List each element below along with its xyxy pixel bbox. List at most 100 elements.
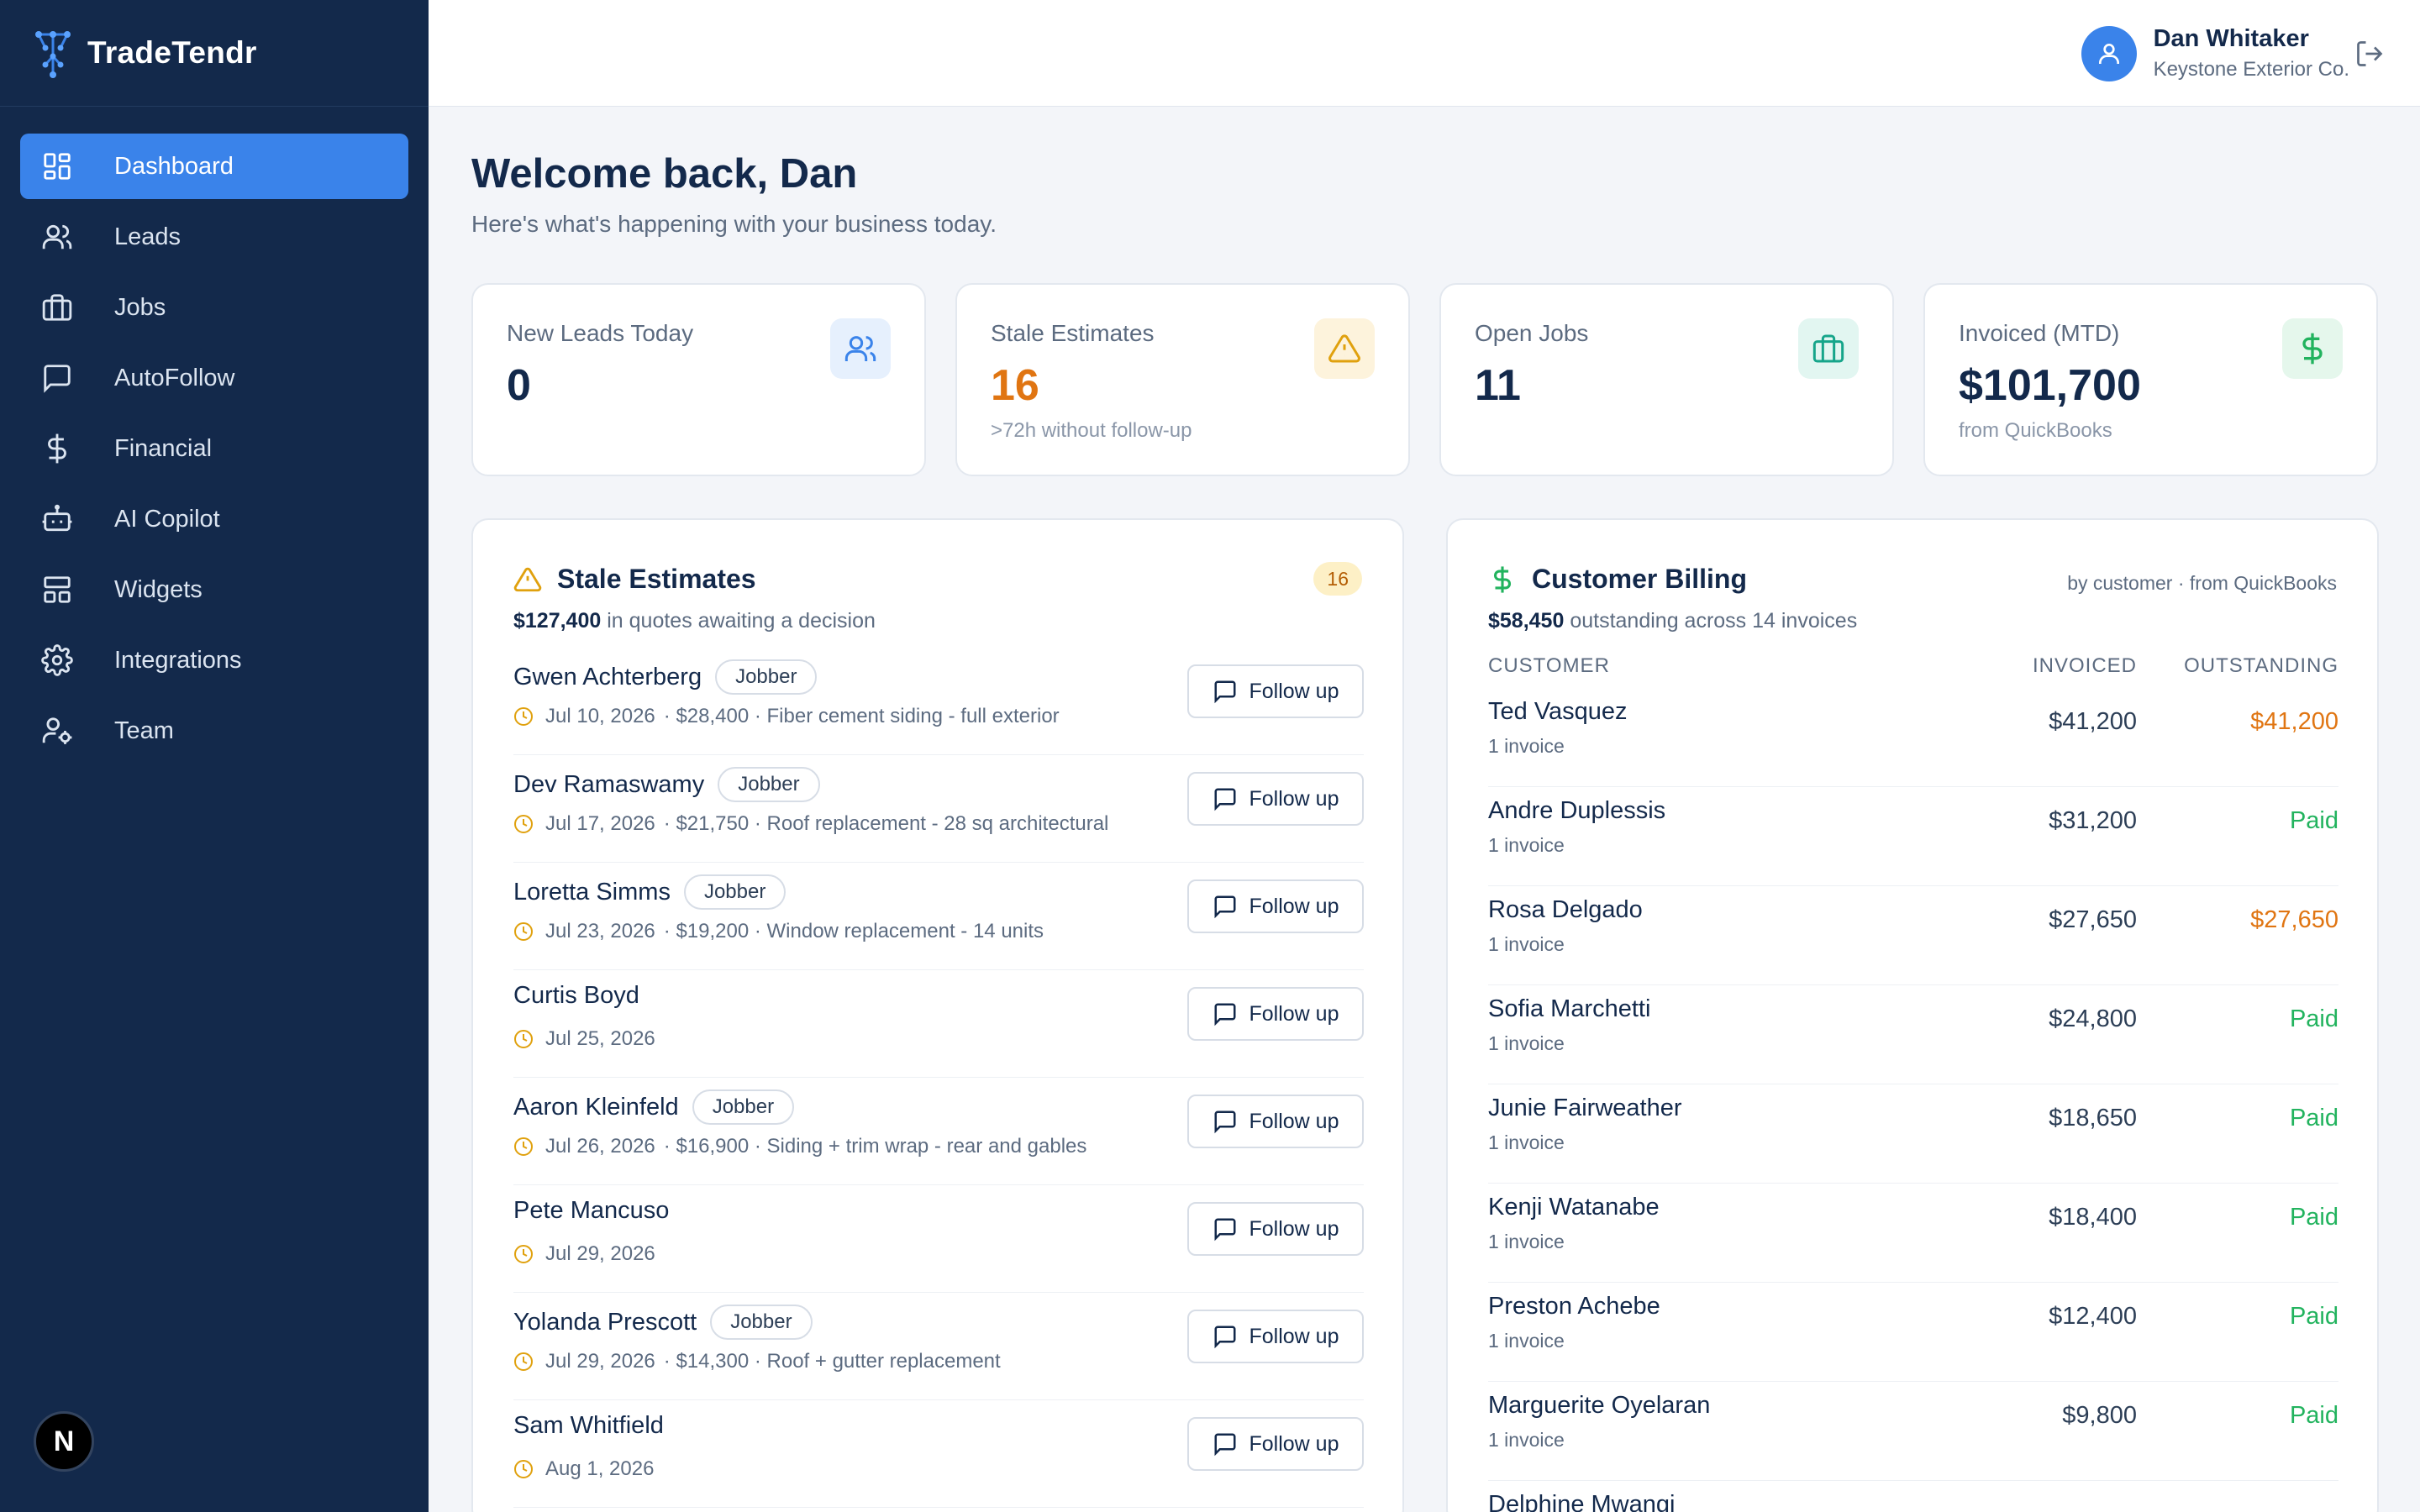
follow-up-button[interactable]: Follow up [1187, 987, 1364, 1041]
customer-name: Marguerite Oyelaran [1488, 1392, 1711, 1419]
top-bar: Dan Whitaker Keystone Exterior Co. [429, 0, 2420, 107]
estimate-row[interactable]: Dev Ramaswamy Jobber Jul 17, 2026 · $21,750… [513, 755, 1364, 863]
invoice-count: 1 invoice [1488, 1032, 1565, 1054]
follow-up-label: Follow up [1249, 786, 1339, 811]
panel-title-text: Customer Billing [1532, 564, 1748, 594]
user-cog-icon [40, 714, 74, 748]
estimate-date: Jul 25, 2026 [545, 1027, 655, 1050]
outstanding-amount: Paid [2289, 807, 2338, 834]
outstanding-amount: Paid [2289, 1204, 2338, 1231]
briefcase-icon [1798, 318, 1859, 379]
message-icon [1213, 894, 1249, 919]
estimate-row[interactable]: Yolanda Prescott Jobber Jul 29, 2026 · $14,… [513, 1293, 1364, 1400]
user-menu[interactable]: Dan Whitaker Keystone Exterior Co. [2081, 25, 2349, 81]
estimate-row[interactable]: Aaron Kleinfeld Jobber Jul 26, 2026 · $16,9… [513, 1078, 1364, 1185]
logout-icon[interactable] [2354, 39, 2385, 69]
source-tag: Jobber [715, 659, 818, 695]
sidebar-item-label: Widgets [114, 575, 203, 603]
sidebar-item-widgets[interactable]: Widgets [20, 557, 408, 622]
next-badge[interactable]: N [34, 1411, 94, 1472]
estimate-row[interactable]: Gwen Achterberg Jobber Jul 10, 2026 · $28,4… [513, 648, 1364, 755]
dollar-icon [2282, 318, 2343, 379]
panel-summary: $58,450 outstanding across 14 invoices [1488, 609, 1857, 633]
sidebar-item-integrations[interactable]: Integrations [20, 627, 408, 693]
outstanding-amount: Paid [2289, 1005, 2338, 1032]
sidebar-item-label: AI Copilot [114, 505, 220, 533]
estimate-meta: Jul 23, 2026 · $19,200 · Window replaceme… [513, 920, 1044, 943]
sidebar-item-ai-copilot[interactable]: AI Copilot [20, 486, 408, 552]
stat-card-new-leads[interactable]: New Leads Today 0 [471, 283, 926, 476]
column-outstanding[interactable]: OUTSTANDING [2184, 654, 2338, 678]
stat-card-invoiced[interactable]: Invoiced (MTD) $101,700 from QuickBooks [1923, 283, 2378, 476]
stat-card-open-jobs[interactable]: Open Jobs 11 [1439, 283, 1894, 476]
sidebar: TradeTendr Dashboard Leads Jobs AutoFoll… [0, 0, 429, 1512]
stat-note: from QuickBooks [1959, 419, 2112, 442]
estimate-row[interactable]: Pete Mancuso Jul 29, 2026 Follow up [513, 1185, 1364, 1293]
message-icon [1213, 1216, 1249, 1242]
customer-name: Kenji Watanabe [1488, 1194, 1660, 1221]
table-row[interactable]: Andre Duplessis 1 invoice $31,200 Paid [1488, 787, 2338, 886]
table-row[interactable]: Sofia Marchetti 1 invoice $24,800 Paid [1488, 985, 2338, 1084]
invoiced-amount: $18,400 [2049, 1204, 2137, 1231]
sidebar-item-team[interactable]: Team [20, 698, 408, 764]
estimate-date: Aug 1, 2026 [545, 1457, 655, 1480]
follow-up-label: Follow up [1249, 1216, 1339, 1241]
estimate-meta: Jul 17, 2026 · $21,750 · Roof replacement… [513, 812, 1108, 836]
follow-up-button[interactable]: Follow up [1187, 1095, 1364, 1148]
invoice-count: 1 invoice [1488, 1131, 1565, 1153]
customer-name-wrap: Gwen Achterberg Jobber [513, 659, 818, 695]
column-customer[interactable]: CUSTOMER [1488, 654, 1610, 678]
column-invoiced[interactable]: INVOICED [2033, 654, 2137, 678]
customer-name-wrap: Dev Ramaswamy Jobber [513, 767, 820, 802]
table-row[interactable]: Preston Achebe 1 invoice $12,400 Paid [1488, 1283, 2338, 1382]
table-row[interactable]: Ted Vasquez 1 invoice $41,200 $41,200 [1488, 688, 2338, 787]
estimates-list: Gwen Achterberg Jobber Jul 10, 2026 · $28,4… [513, 648, 1364, 1508]
briefcase-icon [40, 291, 74, 324]
sidebar-item-financial[interactable]: Financial [20, 416, 408, 481]
stat-card-stale-estimates[interactable]: Stale Estimates 16 >72h without follow-u… [955, 283, 1410, 476]
invoice-count: 1 invoice [1488, 933, 1565, 955]
follow-up-button[interactable]: Follow up [1187, 879, 1364, 933]
table-row[interactable]: Kenji Watanabe 1 invoice $18,400 Paid [1488, 1184, 2338, 1283]
estimate-row[interactable]: Sam Whitfield Aug 1, 2026 Follow up [513, 1400, 1364, 1508]
sidebar-item-dashboard[interactable]: Dashboard [20, 134, 408, 199]
customer-name: Gwen Achterberg [513, 663, 702, 690]
follow-up-button[interactable]: Follow up [1187, 1417, 1364, 1471]
table-row[interactable]: Marguerite Oyelaran 1 invoice $9,800 Paid [1488, 1382, 2338, 1481]
brand[interactable]: TradeTendr [0, 0, 429, 107]
estimate-meta: Jul 25, 2026 [513, 1027, 655, 1051]
sidebar-item-jobs[interactable]: Jobs [20, 275, 408, 340]
sidebar-item-label: Team [114, 717, 174, 744]
estimate-detail: · $14,300 · Roof + gutter replacement [663, 1350, 1001, 1373]
follow-up-button[interactable]: Follow up [1187, 664, 1364, 718]
table-row[interactable]: Delphine Mwangi [1488, 1481, 2338, 1512]
page-title: Welcome back, Dan [471, 151, 858, 197]
follow-up-button[interactable]: Follow up [1187, 772, 1364, 826]
follow-up-button[interactable]: Follow up [1187, 1202, 1364, 1256]
clock-icon [513, 921, 545, 942]
invoice-count: 1 invoice [1488, 1231, 1565, 1252]
sidebar-item-leads[interactable]: Leads [20, 204, 408, 270]
table-row[interactable]: Junie Fairweather 1 invoice $18,650 Paid [1488, 1084, 2338, 1184]
outstanding-amount: Paid [2289, 1105, 2338, 1131]
panel-title: Customer Billing [1488, 564, 1747, 595]
estimate-date: Jul 29, 2026 [545, 1350, 655, 1373]
stale-estimates-panel: Stale Estimates 16 $127,400 in quotes aw… [471, 518, 1404, 1512]
message-icon [1213, 1109, 1249, 1134]
customer-name: Pete Mancuso [513, 1197, 670, 1224]
table-row[interactable]: Rosa Delgado 1 invoice $27,650 $27,650 [1488, 886, 2338, 985]
customer-name: Dev Ramaswamy [513, 770, 705, 798]
gear-icon [40, 643, 74, 677]
customer-name: Curtis Boyd [513, 982, 639, 1009]
sidebar-item-autofollow[interactable]: AutoFollow [20, 345, 408, 411]
follow-up-button[interactable]: Follow up [1187, 1310, 1364, 1363]
user-name: Dan Whitaker [2153, 25, 2309, 52]
layout-icon [40, 573, 74, 606]
invoice-count: 1 invoice [1488, 1429, 1565, 1451]
customer-name: Sam Whitfield [513, 1412, 664, 1439]
sidebar-item-label: Financial [114, 434, 213, 462]
clock-icon [513, 706, 545, 727]
sidebar-item-label: Jobs [114, 293, 166, 321]
estimate-row[interactable]: Loretta Simms Jobber Jul 23, 2026 · $19,200… [513, 863, 1364, 970]
estimate-row[interactable]: Curtis Boyd Jul 25, 2026 Follow up [513, 970, 1364, 1078]
